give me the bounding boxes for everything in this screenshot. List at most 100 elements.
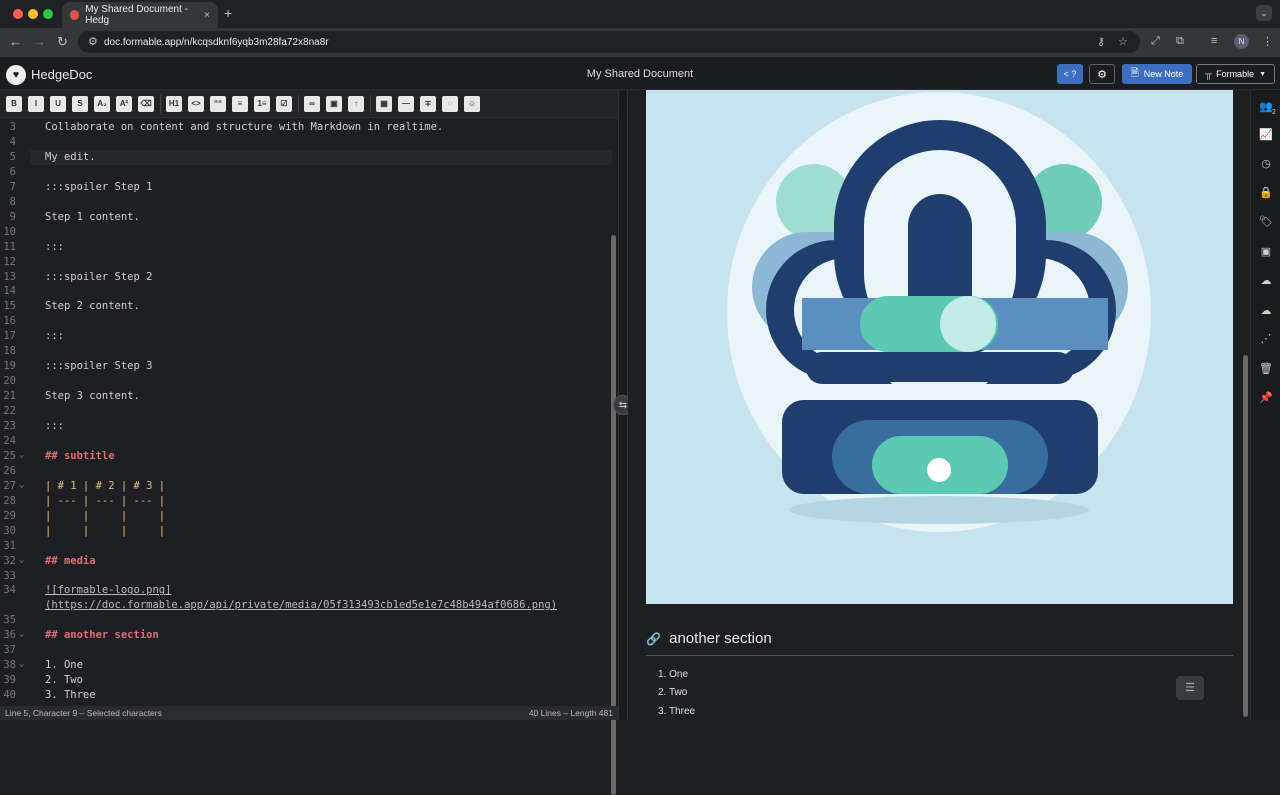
toolbar-button[interactable]: 1≡ bbox=[254, 96, 270, 112]
section-heading-text: another section bbox=[669, 630, 772, 647]
fold-chevron-icon[interactable]: ⌄ bbox=[19, 629, 24, 639]
code-line: Step 2 content. bbox=[45, 300, 140, 313]
maximize-window-button[interactable] bbox=[43, 9, 53, 19]
extension-expand-icon[interactable]: ⤢ bbox=[1151, 35, 1160, 48]
minimize-window-button[interactable] bbox=[28, 9, 38, 19]
toolbar-button[interactable]: ⌫ bbox=[138, 96, 154, 112]
code-line: | --- | --- | --- | bbox=[45, 494, 166, 507]
anchor-link-icon[interactable]: 🔗 bbox=[646, 632, 661, 646]
fold-chevron-icon[interactable]: ⌄ bbox=[19, 480, 24, 490]
reading-list-icon[interactable]: ≡ bbox=[1211, 35, 1217, 47]
users-icon[interactable]: 👥 bbox=[1259, 100, 1273, 114]
tab-search-chevron-icon[interactable]: ⌄ bbox=[1256, 5, 1272, 21]
trash-icon[interactable]: 🗑 bbox=[1259, 362, 1273, 376]
upload-cloud-icon[interactable]: ☁ bbox=[1259, 274, 1273, 288]
bookmark-star-icon[interactable]: ☆ bbox=[1118, 35, 1128, 48]
toolbar-button[interactable]: ◌ bbox=[442, 96, 458, 112]
fold-chevron-icon[interactable]: ⌄ bbox=[19, 555, 24, 565]
share-icon[interactable]: ⋰ bbox=[1259, 332, 1273, 346]
chart-icon[interactable]: 📈 bbox=[1259, 128, 1273, 142]
line-number: 27 bbox=[3, 479, 16, 492]
line-number: 38 bbox=[3, 659, 16, 672]
browser-tab-bar: My Shared Document - Hedg × + ⌄ bbox=[0, 0, 1280, 28]
line-number: 7 bbox=[9, 180, 16, 193]
toolbar-button[interactable]: — bbox=[398, 96, 414, 112]
file-plus-icon: 🗎 bbox=[1130, 67, 1139, 79]
line-number: 29 bbox=[3, 509, 16, 522]
toolbar-button[interactable]: A² bbox=[116, 96, 132, 112]
current-line-highlight bbox=[30, 150, 612, 165]
toolbar-separator bbox=[298, 95, 299, 113]
line-number: 3 bbox=[9, 121, 16, 133]
toolbar-button[interactable]: <> bbox=[188, 96, 204, 112]
toolbar-button[interactable]: ↑ bbox=[348, 96, 364, 112]
toolbar-button[interactable]: ☑ bbox=[276, 96, 292, 112]
download-cloud-icon[interactable]: ☁ bbox=[1259, 304, 1273, 318]
toolbar-button[interactable]: ““ bbox=[210, 96, 226, 112]
toolbar-button[interactable]: ≡ bbox=[232, 96, 248, 112]
line-number: 13 bbox=[3, 270, 16, 283]
code-line: 2. Two bbox=[45, 674, 83, 687]
line-number: 37 bbox=[3, 644, 16, 657]
hedgedoc-logo-icon[interactable]: ♥ bbox=[6, 65, 26, 85]
editor-status-bar: Line 5, Character 9 – Selected character… bbox=[0, 706, 618, 720]
settings-gear-icon[interactable]: ⚙ bbox=[1089, 64, 1115, 84]
line-number: 20 bbox=[3, 375, 16, 388]
toolbar-button[interactable]: S bbox=[72, 96, 88, 112]
close-tab-icon[interactable]: × bbox=[204, 10, 210, 21]
toolbar-button[interactable]: ∞ bbox=[304, 96, 320, 112]
close-window-button[interactable] bbox=[13, 9, 23, 19]
history-icon[interactable]: ◷ bbox=[1259, 157, 1273, 171]
code-line: | | | | bbox=[45, 524, 166, 537]
password-key-icon[interactable]: ⚷ bbox=[1097, 35, 1105, 48]
toolbar-button[interactable]: ▣ bbox=[326, 96, 342, 112]
fold-chevron-icon[interactable]: ⌄ bbox=[19, 450, 24, 460]
app-brand[interactable]: HedgeDoc bbox=[31, 67, 92, 82]
site-info-icon[interactable]: ⚙ bbox=[88, 35, 98, 48]
profile-avatar[interactable]: N bbox=[1234, 34, 1249, 49]
more-menu-icon[interactable]: ⋮ bbox=[1262, 35, 1273, 48]
code-line: ::: bbox=[45, 420, 64, 432]
toolbar-button[interactable]: ▦ bbox=[376, 96, 392, 112]
toolbar-separator bbox=[160, 95, 161, 113]
pin-icon[interactable]: 📌 bbox=[1259, 391, 1273, 405]
line-number: 4 bbox=[9, 135, 16, 148]
code-area[interactable]: 3 Collaborate on content and structure wi… bbox=[0, 119, 612, 706]
extensions-puzzle-icon[interactable]: ⧉ bbox=[1176, 35, 1184, 48]
line-number: 19 bbox=[3, 360, 16, 373]
reload-icon[interactable]: ↻ bbox=[57, 34, 68, 50]
toolbar-button[interactable]: ☺ bbox=[464, 96, 480, 112]
formable-logo-icon: ╥ bbox=[1204, 68, 1213, 80]
new-note-button[interactable]: 🗎 New Note bbox=[1122, 64, 1192, 84]
line-number: 30 bbox=[3, 524, 16, 537]
line-number: 15 bbox=[3, 300, 16, 313]
preview-section-heading: 🔗 another section bbox=[646, 630, 1233, 656]
users-count-badge: 2 bbox=[1272, 109, 1276, 116]
new-tab-button[interactable]: + bbox=[224, 5, 232, 21]
code-line: ## subtitle bbox=[45, 449, 115, 462]
table-of-contents-button[interactable]: ☰ bbox=[1176, 676, 1204, 700]
line-number: 39 bbox=[3, 674, 16, 687]
tag-icon[interactable]: 🏷 bbox=[1259, 215, 1273, 229]
line-number: 35 bbox=[3, 614, 16, 627]
line-number: 11 bbox=[3, 240, 16, 253]
code-line: :::spoiler Step 1 bbox=[45, 180, 153, 193]
forward-arrow-icon[interactable]: → bbox=[33, 34, 46, 50]
image-icon[interactable]: ▣ bbox=[1259, 245, 1273, 259]
fold-chevron-icon[interactable]: ⌄ bbox=[19, 659, 24, 669]
toolbar-button[interactable]: A₂ bbox=[94, 96, 110, 112]
url-text[interactable]: doc.formable.app/n/kcqsdknf6yqb3m28fa72x… bbox=[104, 37, 329, 48]
toolbar-button[interactable]: U bbox=[50, 96, 66, 112]
toolbar-button[interactable]: I bbox=[28, 96, 44, 112]
workspace-dropdown[interactable]: ╥ Formable ▼ bbox=[1196, 64, 1275, 84]
toolbar-button[interactable]: B bbox=[6, 96, 22, 112]
toolbar-button[interactable]: ∓ bbox=[420, 96, 436, 112]
browser-tab[interactable]: My Shared Document - Hedg × bbox=[62, 2, 218, 28]
toolbar-button[interactable]: H1 bbox=[166, 96, 182, 112]
lock-icon[interactable]: 🔒 bbox=[1259, 186, 1273, 200]
code-line: Collaborate on content and structure wit… bbox=[45, 121, 444, 133]
help-button[interactable]: < ? bbox=[1057, 64, 1083, 84]
line-number: 8 bbox=[9, 195, 16, 208]
back-arrow-icon[interactable]: ← bbox=[9, 34, 22, 50]
preview-scrollbar[interactable] bbox=[1243, 355, 1248, 717]
